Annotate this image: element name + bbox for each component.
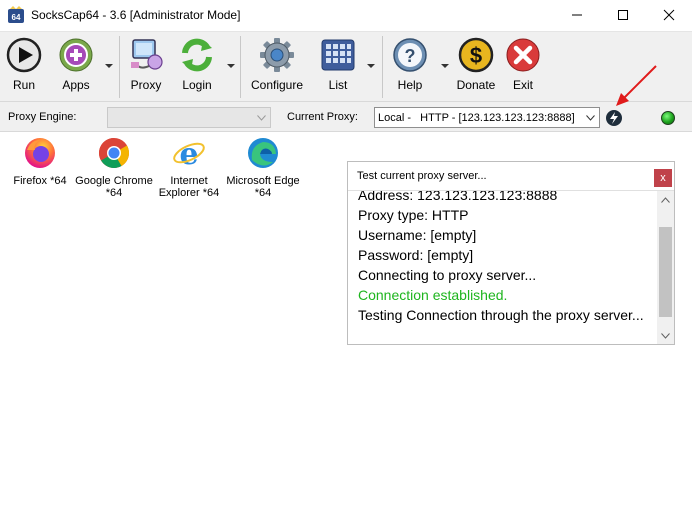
svg-text:$: $ — [470, 43, 482, 68]
configure-button[interactable]: Configure — [248, 36, 306, 98]
dialog-log: Address: 123.123.123.123:8888 Proxy type… — [348, 191, 656, 344]
maximize-icon — [618, 10, 628, 20]
proxy-status-indicator — [661, 111, 675, 125]
app-item-chrome[interactable]: Google Chrome *64 — [74, 136, 154, 199]
current-proxy-value: Local - HTTP - [123.123.123.123:8888] — [378, 112, 575, 124]
app-label: Google Chrome *64 — [75, 175, 153, 199]
login-refresh-icon — [182, 38, 212, 72]
app-label: Microsoft Edge *64 — [226, 175, 300, 199]
log-line-success: Connection established. — [358, 287, 508, 303]
toolbar-separator — [240, 36, 241, 98]
dialog-title: Test current proxy server... — [357, 170, 487, 182]
proxy-bar: Proxy Engine: Current Proxy: Local - HTT… — [0, 101, 692, 132]
help-label: Help — [397, 78, 423, 92]
exit-button[interactable]: Exit — [503, 36, 543, 98]
login-dropdown-chevron-icon[interactable] — [226, 62, 236, 70]
chevron-down-icon — [661, 332, 670, 339]
toolbar-separator — [382, 36, 383, 98]
gear-icon — [260, 38, 294, 72]
login-label: Login — [182, 78, 212, 92]
list-label: List — [328, 78, 348, 92]
app-label: Internet Explorer *64 — [158, 175, 220, 199]
sockscap64-icon: 64 — [8, 6, 24, 23]
help-icon: ? — [393, 38, 427, 72]
dialog-close-button[interactable]: x — [654, 169, 672, 187]
list-grid-icon — [321, 39, 355, 71]
lightning-icon — [610, 112, 618, 124]
exit-label: Exit — [512, 78, 533, 92]
chevron-down-icon — [586, 115, 595, 121]
window-title: SocksCap64 - 3.6 [Administrator Mode] — [31, 8, 241, 22]
annotation-arrow-icon — [616, 65, 657, 106]
apps-label: Apps — [62, 78, 90, 92]
donate-label: Donate — [456, 78, 496, 92]
help-dropdown-chevron-icon[interactable] — [440, 62, 450, 70]
svg-text:?: ? — [405, 46, 416, 66]
title-bar: 64 SocksCap64 - 3.6 [Administrator Mode] — [0, 0, 692, 31]
run-play-icon — [6, 37, 42, 73]
internet-explorer-icon: e — [173, 137, 205, 170]
scroll-thumb[interactable] — [659, 227, 672, 317]
test-proxy-button[interactable] — [606, 110, 622, 126]
proxy-button[interactable]: Proxy — [126, 36, 166, 98]
run-button[interactable]: Run — [4, 36, 44, 98]
minimize-button[interactable] — [554, 0, 600, 30]
app-item-edge[interactable]: Microsoft Edge *64 — [223, 136, 303, 199]
close-button[interactable] — [646, 0, 692, 30]
dialog-scrollbar[interactable] — [657, 191, 674, 344]
toolbar: Run Apps Proxy Login Configure List ? He… — [0, 31, 692, 101]
log-line: Testing Connection through the proxy ser… — [358, 307, 644, 323]
log-line: Connecting to proxy server... — [358, 267, 537, 283]
list-button[interactable]: List — [318, 36, 358, 98]
app-label: Firefox *64 — [13, 175, 67, 187]
app-item-internet-explorer[interactable]: e Internet Explorer *64 — [149, 136, 229, 199]
toolbar-separator — [119, 36, 120, 98]
svg-text:e: e — [179, 137, 198, 170]
chrome-icon — [98, 138, 130, 168]
chevron-down-icon — [257, 115, 266, 121]
svg-text:64: 64 — [12, 13, 21, 22]
apps-add-icon — [59, 38, 93, 72]
chevron-up-icon — [661, 196, 670, 203]
apps-button[interactable]: Apps — [56, 36, 96, 98]
dialog-header: Test current proxy server... x — [348, 162, 674, 191]
proxy-label: Proxy — [130, 78, 162, 92]
close-icon — [663, 9, 675, 21]
proxy-icon — [131, 39, 163, 70]
log-line: Proxy type: HTTP — [358, 207, 469, 223]
scroll-down-button[interactable] — [657, 327, 674, 344]
donate-button[interactable]: $ Donate — [456, 36, 496, 98]
test-proxy-dialog: Test current proxy server... x Address: … — [347, 161, 675, 345]
proxy-engine-select[interactable] — [107, 107, 271, 128]
scroll-up-button[interactable] — [657, 191, 674, 208]
maximize-button[interactable] — [600, 0, 646, 30]
configure-label: Configure — [250, 78, 304, 92]
firefox-icon — [25, 138, 55, 168]
help-button[interactable]: ? Help — [390, 36, 430, 98]
login-button[interactable]: Login — [176, 36, 218, 98]
current-proxy-select[interactable]: Local - HTTP - [123.123.123.123:8888] — [374, 107, 600, 128]
exit-icon — [506, 38, 540, 72]
log-line: Username: [empty] — [358, 227, 477, 243]
list-dropdown-chevron-icon[interactable] — [366, 62, 376, 70]
app-item-firefox[interactable]: Firefox *64 — [0, 136, 80, 187]
minimize-icon — [572, 14, 582, 16]
proxy-engine-label: Proxy Engine: — [8, 111, 77, 123]
run-label: Run — [12, 78, 35, 92]
donate-dollar-icon: $ — [458, 37, 494, 73]
current-proxy-label: Current Proxy: — [287, 111, 358, 123]
edge-icon — [248, 138, 278, 168]
log-line: Password: [empty] — [358, 247, 474, 263]
log-line: Address: 123.123.123.123:8888 — [358, 191, 558, 203]
apps-dropdown-chevron-icon[interactable] — [104, 62, 114, 70]
